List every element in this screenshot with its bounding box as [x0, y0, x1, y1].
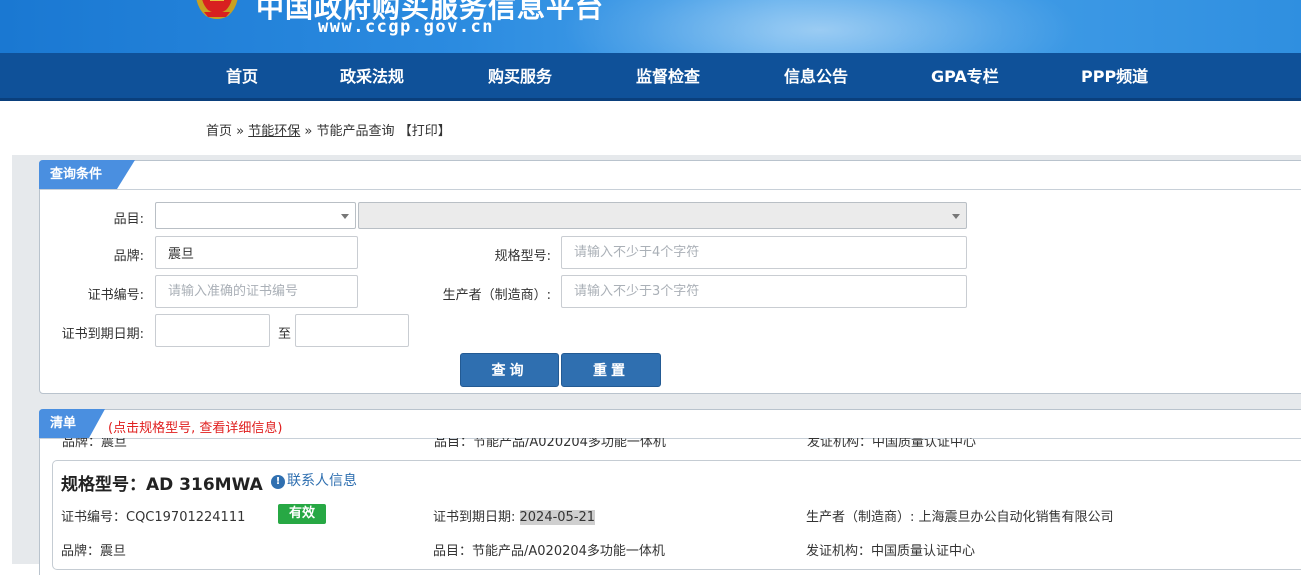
maker-label: 生产者（制造商）: — [442, 288, 551, 303]
status-badge: 有效 — [278, 504, 326, 524]
breadcrumb: 首页 » 节能环保 » 节能产品查询 【打印】 — [206, 120, 451, 139]
cert-no-label: 证书编号: — [87, 288, 144, 303]
contact-info-link[interactable]: ! 联系人信息 — [271, 470, 357, 490]
breadcrumb-separator: » — [304, 124, 313, 139]
search-button[interactable]: 查询 — [460, 353, 559, 387]
previous-card-brand: 品牌：震旦 — [62, 438, 128, 450]
category-select[interactable] — [155, 202, 356, 229]
breadcrumb-current: 节能产品查询 — [316, 124, 395, 139]
info-icon: ! — [271, 475, 285, 489]
subcategory-select[interactable] — [358, 202, 967, 229]
site-banner: 中国政府购买服务信息平台 www.ccgp.gov.cn — [0, 0, 1301, 53]
category-label: 品目: — [113, 212, 144, 227]
breadcrumb-home[interactable]: 首页 — [206, 124, 232, 139]
date-range-to-label: 至 — [277, 327, 291, 342]
brand-input[interactable] — [155, 236, 358, 269]
issuer-value: 发证机构：中国质量认证中心 — [806, 544, 976, 559]
expiry-date-to-input[interactable] — [295, 314, 409, 347]
expiry-date-value: 2024-05-21 — [519, 510, 596, 525]
national-emblem-icon — [196, 0, 238, 19]
content-area: 查询条件 品目: 品牌: 规格型号: 证书编号: 生产者（制造商）: 证书到期日… — [12, 155, 1301, 575]
nav-item-regulations[interactable]: 政采法规 — [340, 53, 404, 101]
panel-divider — [40, 189, 1301, 190]
breadcrumb-energy-saving[interactable]: 节能环保 — [248, 124, 300, 139]
model-link[interactable]: 规格型号：AD 316MWA — [61, 470, 263, 495]
category-value: 品目：节能产品/A020204多功能一体机 — [433, 544, 665, 559]
previous-card-issuer: 发证机构：中国质量认证中心 — [807, 438, 977, 450]
product-card: 规格型号：AD 316MWA ! 联系人信息 证书编号：CQC1970122411… — [52, 460, 1301, 570]
query-tab-title: 查询条件 — [50, 167, 103, 182]
expiry-date-field-label: 证书到期日期: — [433, 510, 520, 525]
brand-value: 品牌：震旦 — [61, 544, 127, 559]
model-label: 规格型号: — [494, 249, 551, 264]
maker-value: 生产者（制造商）: 上海震旦办公自动化销售有限公司 — [806, 510, 1114, 525]
cert-no-input[interactable] — [155, 275, 358, 308]
brand-label: 品牌: — [113, 249, 144, 264]
expiry-date-label: 证书到期日期: — [61, 327, 144, 342]
query-panel: 查询条件 品目: 品牌: 规格型号: 证书编号: 生产者（制造商）: 证书到期日… — [39, 160, 1301, 394]
model-input[interactable] — [561, 236, 967, 269]
chevron-down-icon — [952, 214, 960, 219]
banner-glow — [560, 0, 1080, 53]
expiry-date-field: 证书到期日期: 2024-05-21 — [433, 506, 596, 525]
nav-item-purchase-services[interactable]: 购买服务 — [488, 53, 552, 101]
expiry-date-from-input[interactable] — [155, 314, 270, 347]
results-hint: (点击规格型号, 查看详细信息) — [108, 421, 283, 436]
nav-item-announcements[interactable]: 信息公告 — [784, 53, 848, 101]
breadcrumb-separator: » — [236, 124, 245, 139]
site-url: www.ccgp.gov.cn — [318, 17, 495, 37]
maker-input[interactable] — [561, 275, 967, 308]
print-link[interactable]: 【打印】 — [399, 124, 451, 139]
chevron-down-icon — [341, 214, 349, 219]
previous-card-category: 品目：节能产品/A020204多功能一体机 — [434, 438, 666, 450]
results-tab-title: 清单 — [50, 416, 77, 431]
main-navbar: 首页 政采法规 购买服务 监督检查 信息公告 GPA专栏 PPP频道 — [0, 53, 1301, 101]
results-panel: 清单 (点击规格型号, 查看详细信息) 品牌：震旦 品目：节能产品/A02020… — [39, 409, 1301, 575]
nav-item-ppp[interactable]: PPP频道 — [1081, 53, 1148, 101]
reset-button[interactable]: 重置 — [561, 353, 661, 387]
nav-item-gpa[interactable]: GPA专栏 — [931, 53, 999, 101]
panel-divider — [40, 438, 1301, 439]
nav-item-home[interactable]: 首页 — [226, 53, 258, 101]
nav-item-supervision[interactable]: 监督检查 — [636, 53, 700, 101]
contact-info-label: 联系人信息 — [287, 473, 357, 489]
cert-no-value: 证书编号：CQC19701224111 — [61, 510, 246, 525]
